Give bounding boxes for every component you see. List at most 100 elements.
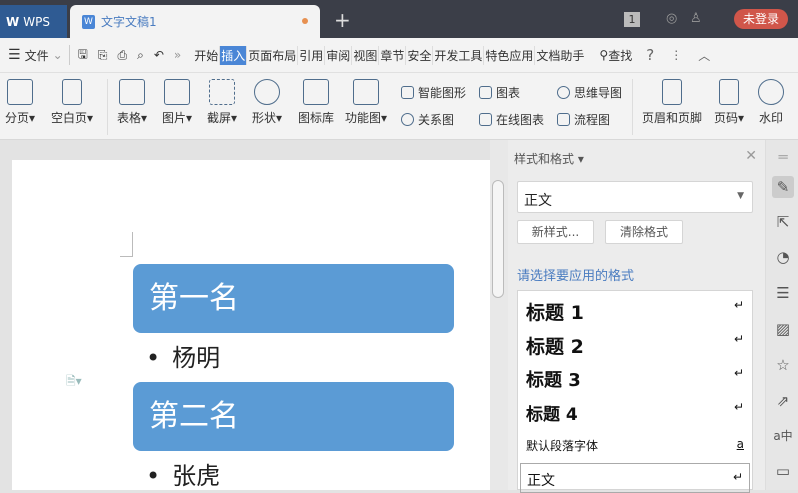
style-list: 标题 1 ↵ 标题 2 ↵ 标题 3 ↵ 标题 4 ↵ 默认段落字体 a 正文 ↵ (517, 290, 753, 493)
new-tab-button[interactable]: + (334, 8, 351, 32)
label: 智能图形 (418, 86, 467, 100)
scrollbar-thumb[interactable] (492, 180, 504, 298)
tab-page-layout[interactable]: 页面布局 (247, 45, 299, 65)
wps-home-tab[interactable]: W WPS (0, 5, 67, 38)
panel-title[interactable]: 样式和格式 ▾ (514, 150, 584, 167)
style-item[interactable]: 标题 1 ↵ (526, 298, 744, 325)
export-icon[interactable]: ⎘ (98, 48, 108, 63)
archive-icon[interactable]: ▭ (772, 460, 794, 482)
login-button[interactable]: 未登录 (734, 9, 788, 29)
shape-button[interactable]: 形状▾ (252, 79, 282, 126)
heading-box[interactable]: 第二名 (133, 382, 454, 451)
adjust-icon[interactable]: ☰ (772, 282, 794, 304)
tab-start[interactable]: 开始 (193, 45, 221, 65)
document-page[interactable]: 🗎▾ 第一名 杨明 第二名 张虎 (12, 160, 490, 490)
more-options-icon[interactable]: ⋮ (670, 48, 682, 62)
print-preview-icon[interactable]: ⌕ (137, 48, 144, 63)
wps-logo-icon: W (6, 14, 20, 29)
translate-icon[interactable]: a中 (772, 425, 794, 447)
mind-map-button[interactable]: 思维导图 (557, 84, 622, 101)
style-item-selected[interactable]: 正文 ↵ (520, 463, 750, 493)
panel-title-label: 样式和格式 (514, 152, 575, 166)
flowchart-button[interactable]: 流程图 (557, 111, 610, 128)
help-icon[interactable]: ? (646, 46, 654, 64)
tab-section[interactable]: 章节 (379, 45, 407, 65)
bullet-item[interactable]: 杨明 (146, 338, 220, 373)
menu-icon[interactable]: ☰ (8, 47, 21, 63)
image-icon[interactable]: ▨ (772, 318, 794, 340)
tab-security[interactable]: 安全 (406, 45, 434, 65)
chart-button[interactable]: 图表 (479, 84, 520, 101)
label: 图标库 (298, 111, 335, 125)
collapse-ribbon-icon[interactable]: ︿ (698, 47, 710, 64)
skin-icon[interactable]: ◎ (666, 11, 677, 26)
undo-icon[interactable]: ↶ (154, 48, 164, 62)
watermark-button[interactable]: 水印 (758, 79, 784, 126)
close-icon[interactable]: ✕ (745, 148, 757, 164)
blank-page-button[interactable]: 空白页▾ (51, 79, 93, 126)
share-icon[interactable]: ⇗ (772, 390, 794, 412)
label: 图片 (162, 111, 187, 125)
heading-box[interactable]: 第一名 (133, 264, 454, 333)
label: 表格 (117, 111, 142, 125)
tab-references[interactable]: 引用 (298, 45, 326, 65)
tab-view[interactable]: 视图 (352, 45, 380, 65)
tab-review[interactable]: 审阅 (325, 45, 353, 65)
page-break-button[interactable]: 分页▾ (5, 79, 35, 126)
new-style-button[interactable]: 新样式... (517, 220, 594, 244)
tab-features[interactable]: 特色应用 (484, 45, 536, 65)
document-icon: W (82, 14, 95, 29)
save-icon[interactable]: 🖫 (78, 45, 88, 66)
relation-icon (401, 113, 414, 126)
page-number-button[interactable]: 页码▾ (714, 79, 744, 126)
style-item[interactable]: 标题 3 ↵ (526, 366, 744, 392)
style-name: 标题 3 (526, 370, 581, 391)
function-chart-button[interactable]: 功能图▾ (345, 79, 387, 126)
print-icon[interactable]: ⎙ (117, 48, 127, 63)
shapes-icon[interactable]: ◔ (772, 246, 794, 268)
search-icon[interactable]: ⚲ (599, 48, 608, 62)
picture-button[interactable]: 图片▾ (162, 79, 192, 126)
style-select[interactable]: 正文 ▼ (517, 181, 753, 213)
window-count-badge[interactable]: 1 (624, 12, 640, 27)
tab-doc-assistant[interactable]: 文档助手 (535, 46, 585, 65)
shirt-icon[interactable]: ♙ (690, 11, 702, 26)
shape-icon (254, 79, 281, 105)
drag-handle-icon[interactable]: ═ (772, 146, 794, 168)
icon-library-button[interactable]: 图标库 (298, 79, 334, 126)
find-button[interactable]: 查找 (608, 47, 632, 64)
style-name: 标题 1 (526, 302, 584, 324)
style-item[interactable]: 标题 4 ↵ (526, 400, 744, 425)
document-tab[interactable]: W 文字文稿1 (70, 5, 320, 38)
online-chart-icon (479, 113, 492, 126)
ribbon: 分页▾ 空白页▾ 表格▾ 图片▾ 截屏▾ 形状▾ 图标库 功能图▾ 智能图形 图… (0, 72, 798, 140)
more-icon[interactable]: » (174, 48, 181, 62)
tab-developer[interactable]: 开发工具 (433, 45, 485, 65)
star-icon[interactable]: ☆ (772, 354, 794, 376)
clear-format-button[interactable]: 清除格式 (605, 220, 683, 244)
smart-art-button[interactable]: 智能图形 (401, 84, 466, 101)
table-button[interactable]: 表格▾ (117, 79, 147, 126)
relation-button[interactable]: 关系图 (401, 111, 454, 128)
screenshot-button[interactable]: 截屏▾ (207, 79, 237, 126)
style-name: 标题 2 (526, 336, 584, 358)
bullet-item[interactable]: 张虎 (146, 456, 220, 491)
paragraph-options-icon[interactable]: 🗎▾ (66, 372, 82, 393)
cursor-icon[interactable]: ⇱ (772, 211, 794, 233)
style-item[interactable]: 标题 2 ↵ (526, 332, 744, 359)
online-chart-button[interactable]: 在线图表 (479, 111, 544, 128)
tab-insert[interactable]: 插入 (220, 45, 248, 65)
scissors-icon (209, 79, 236, 105)
style-brush-icon[interactable]: ✎ (772, 176, 794, 198)
chevron-down-icon[interactable]: ⌄ (53, 48, 63, 62)
chevron-down-icon: ▼ (737, 191, 744, 201)
paragraph-mark-icon: ↵ (733, 298, 744, 312)
header-footer-icon (662, 79, 682, 105)
blank-page-icon (62, 79, 83, 105)
margin-corner-mark (120, 232, 133, 257)
style-item[interactable]: 默认段落字体 a (526, 437, 744, 454)
unsaved-indicator (302, 18, 308, 24)
file-menu[interactable]: 文件 (25, 47, 49, 64)
right-toolbar: ═ ✎ ⇱ ◔ ☰ ▨ ☆ ⇗ a中 ▭ (765, 140, 798, 490)
header-footer-button[interactable]: 页眉和页脚 (642, 79, 702, 126)
